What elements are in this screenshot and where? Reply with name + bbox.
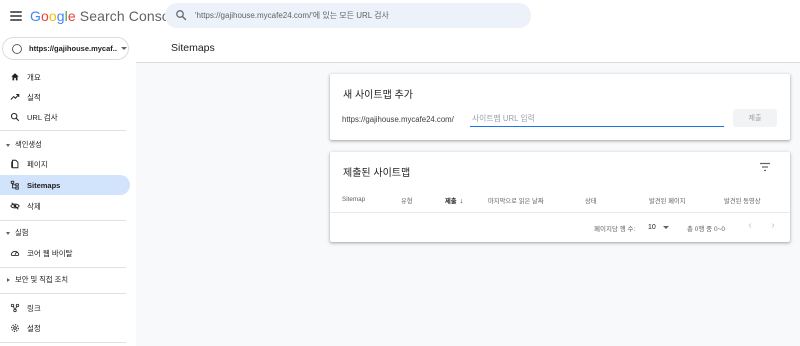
chevron-down-icon [121, 47, 127, 50]
submit-button[interactable]: 제출 [733, 109, 777, 127]
pagination-range: 총 0행 중 0~0 [687, 226, 725, 233]
column-header-type[interactable]: 유형 [401, 196, 413, 205]
sidebar-item-links[interactable]: 링크 [0, 298, 130, 318]
visibility-off-icon [10, 202, 20, 210]
column-header-last-read[interactable]: 마지막으로 읽은 날짜 [488, 196, 544, 205]
sort-descending-icon: ↓ [459, 198, 464, 205]
page-icon [11, 159, 19, 169]
caret-right-icon [7, 278, 10, 282]
column-header-sitemap[interactable]: Sitemap [342, 196, 365, 203]
sidebar-item-label: 삭제 [27, 201, 41, 211]
sidebar-item-performance[interactable]: 실적 [0, 87, 130, 107]
page-header: Sitemaps [136, 33, 800, 63]
section-label: 실험 [15, 228, 29, 237]
sidebar-item-pages[interactable]: 페이지 [0, 154, 130, 174]
sidebar-item-label: 코어 웹 바이탈 [27, 248, 73, 258]
property-label: https://gajihouse.mycaf... [29, 44, 117, 53]
globe-icon [12, 43, 22, 54]
section-label: 보안 및 직접 조치 [15, 275, 69, 284]
column-header-discovered-pages[interactable]: 발견된 페이지 [649, 196, 686, 205]
sidebar-item-core-web-vitals[interactable]: 코어 웹 바이탈 [0, 243, 130, 263]
top-bar: Google Search Console [0, 0, 800, 33]
divider [0, 267, 126, 268]
search-icon [176, 10, 187, 21]
divider [330, 212, 790, 213]
card-title: 제출된 사이트맵 [343, 168, 411, 179]
url-prefix: https://gajihouse.mycafe24.com/ [342, 115, 454, 124]
divider [0, 130, 126, 131]
caret-down-icon [6, 143, 10, 147]
sidebar-item-removals[interactable]: 삭제 [0, 196, 130, 216]
sidebar-item-label: URL 검사 [27, 112, 58, 122]
section-indexing[interactable]: 색인생성 [0, 136, 130, 154]
sidebar-item-label: Sitemaps [27, 180, 61, 190]
sidebar-item-overview[interactable]: 개요 [0, 67, 130, 87]
trending-up-icon [10, 94, 20, 100]
divider [0, 293, 126, 294]
column-header-label: 제출 [445, 198, 457, 205]
previous-page-button[interactable]: ‹ [743, 218, 757, 232]
chevron-down-icon [662, 225, 669, 229]
section-experience[interactable]: 실험 [0, 224, 130, 242]
sidebar-item-label: 개요 [27, 72, 41, 82]
search-icon [10, 112, 20, 122]
search-input[interactable] [195, 3, 525, 28]
section-security[interactable]: 보안 및 직접 조치 [0, 271, 130, 289]
sidebar-item-sitemaps[interactable]: Sitemaps [0, 175, 130, 195]
column-header-submitted[interactable]: 제출 ↓ [445, 196, 463, 205]
gear-icon [11, 324, 19, 332]
speed-gauge-icon [10, 250, 20, 256]
sitemap-icon [10, 180, 19, 190]
search-console-logo[interactable]: Google Search Console [30, 8, 181, 24]
column-header-status[interactable]: 상태 [585, 196, 597, 205]
card-title: 새 사이트맵 추가 [343, 90, 413, 101]
add-sitemap-card: 새 사이트맵 추가 https://gajihouse.mycafe24.com… [330, 74, 790, 140]
filter-icon[interactable] [759, 162, 771, 172]
url-inspection-search[interactable] [165, 3, 531, 28]
rows-per-page-value: 10 [648, 223, 656, 231]
menu-icon[interactable] [8, 8, 24, 24]
sidebar: https://gajihouse.mycaf... 개요 실적 URL 검사 … [0, 33, 136, 346]
divider [0, 220, 126, 221]
home-icon [11, 73, 19, 81]
sidebar-item-label: 페이지 [27, 159, 48, 169]
sitemap-url-input[interactable] [470, 111, 724, 127]
submitted-sitemaps-card: 제출된 사이트맵 Sitemap 유형 제출 ↓ 마지막으로 읽은 날짜 상태 발… [330, 152, 790, 242]
sidebar-item-label: 설정 [27, 323, 41, 333]
rows-per-page-select[interactable]: 10 [648, 220, 674, 234]
links-icon [10, 303, 20, 313]
chevron-right-icon: › [771, 219, 775, 231]
chevron-left-icon: ‹ [748, 219, 752, 231]
sidebar-item-settings[interactable]: 설정 [0, 318, 130, 338]
main-content: Sitemaps 새 사이트맵 추가 https://gajihouse.myc… [136, 33, 800, 346]
page-title: Sitemaps [171, 42, 215, 54]
section-label: 색인생성 [15, 140, 42, 149]
sidebar-item-url-inspection[interactable]: URL 검사 [0, 107, 130, 127]
column-header-discovered-videos[interactable]: 발견된 동영상 [724, 196, 761, 205]
sidebar-item-label: 실적 [27, 92, 41, 102]
divider [0, 342, 126, 343]
sidebar-item-label: 링크 [27, 303, 41, 313]
property-selector[interactable]: https://gajihouse.mycaf... [2, 37, 129, 60]
next-page-button[interactable]: › [766, 218, 780, 232]
google-wordmark: Google [30, 8, 76, 24]
rows-per-page-label: 페이지당 행 수: [594, 226, 636, 233]
caret-down-icon [6, 231, 10, 235]
